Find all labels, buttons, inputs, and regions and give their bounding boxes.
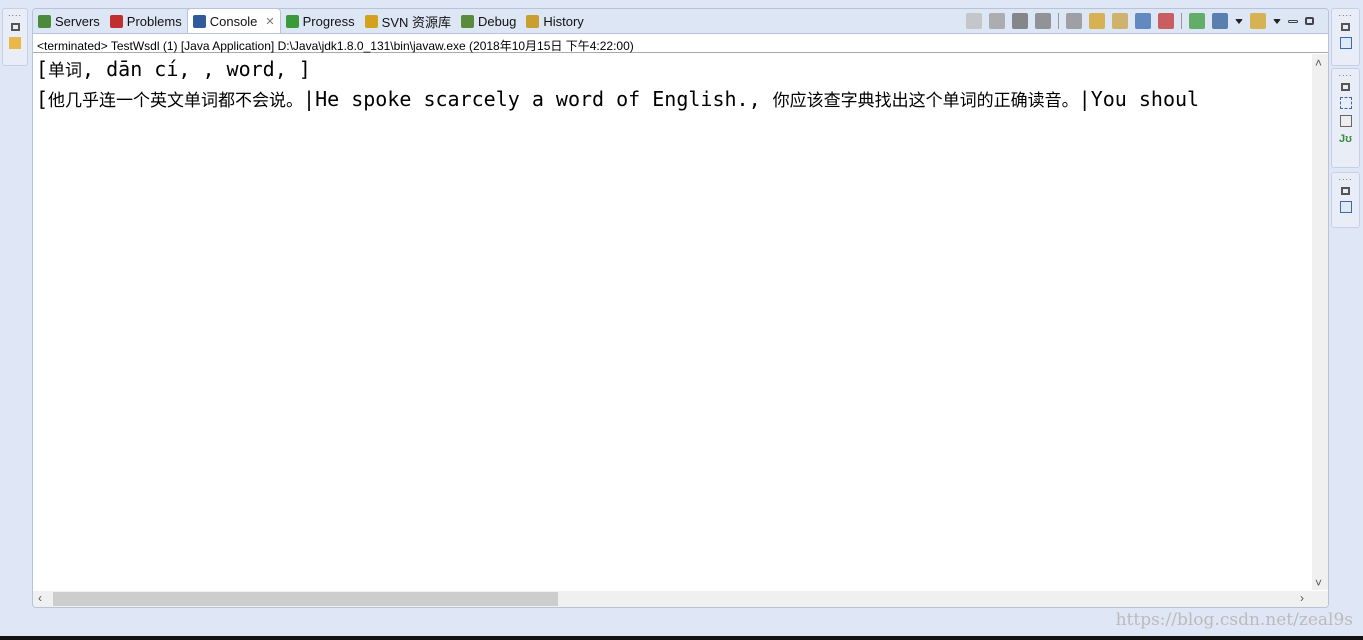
close-icon[interactable]: ✕	[265, 15, 274, 28]
taskbar	[0, 636, 1363, 640]
tab-problems[interactable]: Problems	[105, 9, 187, 33]
svn-icon	[364, 14, 378, 28]
vertical-scrollbar[interactable]: ˄ ˅	[1312, 54, 1328, 590]
show-stderr-icon[interactable]	[1158, 13, 1174, 29]
scrollbar-thumb[interactable]	[53, 592, 558, 606]
horizontal-scrollbar[interactable]: ‹ ›	[33, 591, 1328, 607]
tab-debug[interactable]: Debug	[456, 9, 521, 33]
left-trim-stack: ....	[2, 8, 28, 66]
sync-icon[interactable]	[966, 13, 982, 29]
drag-handle[interactable]: ....	[1332, 9, 1359, 18]
scroll-right-icon[interactable]: ›	[1300, 591, 1304, 605]
restore-icon[interactable]	[1341, 187, 1350, 195]
console-line: [他几乎连一个英文单词都不会说。|He spoke scarcely a wor…	[36, 87, 1200, 111]
separator	[1181, 13, 1182, 29]
console-view: Servers Problems Console ✕ Progress SVN 资源库 De…	[32, 8, 1329, 608]
package-explorer-icon[interactable]	[9, 37, 21, 49]
console-icon	[192, 14, 206, 28]
restore-icon[interactable]	[10, 23, 20, 31]
console-line: [单词, dān cí, , word, ]	[36, 57, 311, 81]
display-dropdown-icon[interactable]	[1235, 18, 1243, 24]
scroll-up-icon[interactable]: ˄	[1315, 56, 1322, 70]
right-trim-stack-2: .... Jʊ	[1331, 68, 1360, 168]
terminate-icon[interactable]	[989, 13, 1005, 29]
tab-servers[interactable]: Servers	[33, 9, 105, 33]
drag-handle[interactable]: ....	[1332, 69, 1359, 78]
scroll-lock-icon[interactable]	[1089, 13, 1105, 29]
problems-icon	[109, 14, 123, 28]
tab-progress[interactable]: Progress	[281, 9, 360, 33]
right-trim-stack-1: ....	[1331, 8, 1360, 66]
tab-label: Problems	[126, 13, 182, 29]
scroll-down-icon[interactable]: ˅	[1315, 576, 1322, 590]
view-icon[interactable]	[1339, 201, 1352, 213]
history-icon	[526, 14, 540, 28]
progress-icon	[285, 14, 299, 28]
watermark: https://blog.csdn.net/zeal9s	[1115, 610, 1353, 630]
word-wrap-icon[interactable]	[1112, 13, 1128, 29]
clear-console-icon[interactable]	[1066, 13, 1082, 29]
tab-history[interactable]: History	[521, 9, 588, 33]
tab-label: Console	[209, 13, 258, 29]
tab-svn[interactable]: SVN 资源库	[360, 9, 456, 33]
junit-icon[interactable]: Jʊ	[1332, 133, 1359, 145]
console-output[interactable]: [单词, dān cí, , word, ] [他几乎连一个英文单词都不会说。|H…	[36, 55, 1310, 590]
maximize-icon[interactable]	[1305, 17, 1314, 25]
display-console-icon[interactable]	[1212, 13, 1228, 29]
debug-icon	[461, 14, 475, 28]
servers-icon	[38, 14, 51, 28]
separator	[1058, 13, 1059, 29]
open-dropdown-icon[interactable]	[1273, 18, 1281, 24]
process-info: <terminated> TestWsdl (1) [Java Applicat…	[33, 34, 1328, 53]
right-trim-stack-3: ....	[1331, 172, 1360, 228]
drag-handle[interactable]: ....	[1332, 173, 1359, 182]
console-toolbar	[966, 13, 1314, 29]
remove-all-icon[interactable]	[1035, 13, 1051, 29]
show-stdout-icon[interactable]	[1135, 13, 1151, 29]
restore-icon[interactable]	[1341, 23, 1350, 31]
tab-label: Debug	[478, 13, 517, 29]
task-list-icon[interactable]	[1339, 115, 1352, 127]
tab-label: Progress	[302, 13, 355, 29]
tab-console[interactable]: Console ✕	[186, 9, 281, 33]
pin-console-icon[interactable]	[1189, 13, 1205, 29]
open-console-icon[interactable]	[1250, 13, 1266, 29]
remove-icon[interactable]	[1012, 13, 1028, 29]
tab-label: Servers	[55, 13, 100, 29]
restore-icon[interactable]	[1341, 83, 1350, 91]
scroll-left-icon[interactable]: ‹	[38, 591, 42, 605]
tab-label: SVN 资源库	[381, 14, 452, 30]
outline-icon[interactable]	[1339, 97, 1352, 109]
minimize-icon[interactable]	[1288, 19, 1298, 23]
view-icon[interactable]	[1339, 37, 1352, 49]
tab-label: History	[543, 13, 584, 29]
tab-bar: Servers Problems Console ✕ Progress SVN 资源库 De…	[33, 9, 1328, 34]
drag-handle[interactable]: ....	[3, 9, 27, 18]
